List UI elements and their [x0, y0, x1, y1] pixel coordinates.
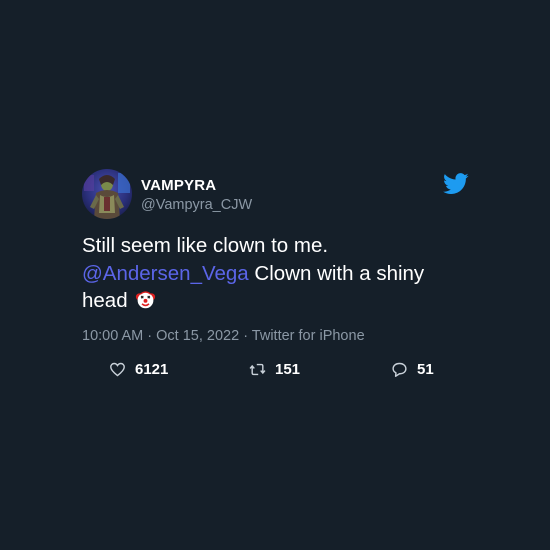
tweet-actions: 6121 151 51 [82, 355, 472, 383]
avatar-image [82, 169, 132, 219]
twitter-bird-icon[interactable] [443, 173, 469, 195]
tweet-text-line: Still seem like clown to me. [82, 234, 329, 257]
reply-count: 51 [417, 360, 434, 378]
reply-icon [392, 362, 407, 377]
clown-face-emoji [136, 291, 156, 309]
retweet-count: 151 [275, 360, 301, 378]
display-name[interactable]: VAMPYRA [141, 177, 252, 195]
author-names: VAMPYRA @Vampyra_CJW [141, 177, 252, 214]
like-button[interactable]: 6121 [109, 355, 168, 383]
tweet-timestamp[interactable]: 10:00 AM · Oct 15, 2022 · Twitter for iP… [82, 328, 365, 344]
tweet: VAMPYRA @Vampyra_CJW Still seem like clo… [82, 169, 472, 378]
tweet-header: VAMPYRA @Vampyra_CJW [82, 169, 472, 221]
like-count: 6121 [135, 360, 169, 378]
avatar[interactable] [82, 169, 132, 219]
tweet-text: Still seem like clown to me. @Andersen_V… [82, 232, 462, 315]
retweet-icon [249, 363, 266, 375]
user-handle[interactable]: @Vampyra_CJW [141, 196, 252, 214]
heart-icon [110, 362, 125, 376]
tweet-card-canvas: VAMPYRA @Vampyra_CJW Still seem like clo… [0, 0, 550, 550]
reply-button[interactable]: 51 [391, 355, 434, 383]
mention-link[interactable]: @Andersen_Vega [82, 262, 249, 285]
retweet-button[interactable]: 151 [249, 355, 300, 383]
